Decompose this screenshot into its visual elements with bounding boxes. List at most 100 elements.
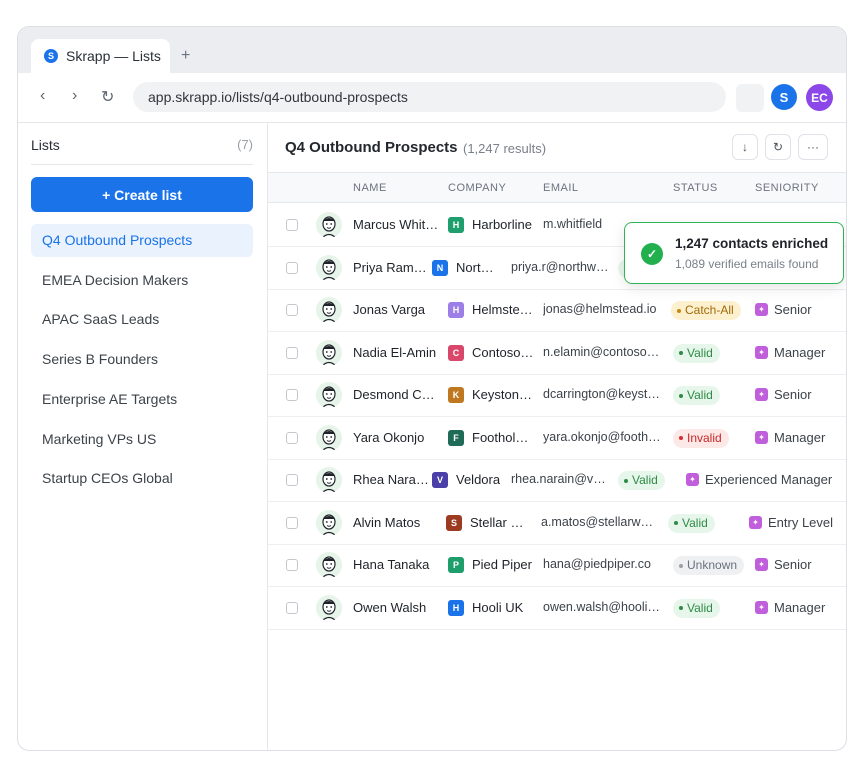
company-logo-icon: H <box>448 302 464 318</box>
contact-email[interactable]: yara.okonjo@footh… <box>543 430 661 444</box>
row-checkbox[interactable] <box>286 601 298 614</box>
sidebar-list-item[interactable]: Series B Founders <box>31 343 253 376</box>
create-list-button[interactable]: + Create list <box>31 177 253 212</box>
company-logo-icon: V <box>432 472 448 488</box>
contact-email[interactable]: priya.r@northwi… <box>511 260 609 274</box>
contact-email[interactable]: m.whitfield <box>543 217 602 231</box>
row-checkbox[interactable] <box>286 304 298 316</box>
sidebar-list-item[interactable]: APAC SaaS Leads <box>31 303 253 336</box>
contact-name[interactable]: Alvin Matos <box>353 515 441 530</box>
seniority-icon: ✦ <box>755 345 768 359</box>
new-tab-button[interactable]: + <box>181 47 190 65</box>
table-row[interactable]: Desmond C… K Keyston… dcarrington@keyst… Val… <box>268 374 846 417</box>
company-name[interactable]: Pied Piper <box>472 557 532 572</box>
contact-email[interactable]: rhea.narain@vel… <box>511 472 609 486</box>
sidebar-list-item[interactable]: Q4 Outbound Prospects <box>31 224 253 257</box>
contact-name[interactable]: Marcus Whit… <box>353 217 441 232</box>
forward-icon[interactable]: › <box>72 87 77 105</box>
download-icon[interactable]: ↓ <box>732 134 758 160</box>
contact-name[interactable]: Hana Tanaka <box>353 557 441 572</box>
tab-skrapp-lists[interactable]: S Skrapp — Lists <box>31 39 170 73</box>
contact-name[interactable]: Desmond C… <box>353 387 441 402</box>
status-label: Valid <box>687 600 713 615</box>
contact-avatar <box>316 339 342 366</box>
sidebar-list-item[interactable]: Startup CEOs Global <box>31 462 253 495</box>
row-checkbox[interactable] <box>286 431 298 444</box>
contact-email[interactable]: n.elamin@contosol… <box>543 345 661 359</box>
contact-email[interactable]: owen.walsh@hooli… <box>543 600 660 614</box>
toast-title: 1,247 contacts enriched <box>675 236 829 251</box>
user-avatar[interactable]: EC <box>806 84 833 111</box>
company-name[interactable]: Keyston… <box>472 387 532 402</box>
contact-name[interactable]: Priya Ram… <box>353 260 441 275</box>
status-label: Valid <box>682 515 708 530</box>
contact-avatar <box>316 254 342 281</box>
row-checkbox[interactable] <box>286 261 298 274</box>
sidebar-list-item[interactable]: Marketing VPs US <box>31 423 253 456</box>
status-badge: Valid <box>673 343 720 363</box>
contact-email[interactable]: hana@piedpiper.co <box>543 557 651 571</box>
company-name[interactable]: North… <box>456 260 500 275</box>
results-count: (1,247 results) <box>463 141 547 156</box>
reload-icon[interactable]: ↻ <box>101 87 114 107</box>
skrapp-extension-icon[interactable]: S <box>771 84 797 110</box>
url-input[interactable]: app.skrapp.io/lists/q4-outbound-prospect… <box>133 82 726 112</box>
contact-email[interactable]: dcarrington@keyst… <box>543 387 660 401</box>
seniority-icon: ✦ <box>686 473 699 486</box>
status-badge: Valid <box>668 513 715 533</box>
row-checkbox[interactable] <box>286 516 298 529</box>
sidebar-list-item[interactable]: Enterprise AE Targets <box>31 383 253 416</box>
seniority-label: Senior <box>774 387 812 402</box>
column-seniority[interactable]: SENIORITY <box>755 182 819 194</box>
contact-name[interactable]: Nadia El-Amin <box>353 345 441 360</box>
refresh-icon[interactable]: ↻ <box>765 134 791 160</box>
company-name[interactable]: Hooli UK <box>472 600 523 615</box>
column-name[interactable]: NAME <box>353 182 387 194</box>
contact-name[interactable]: Jonas Varga <box>353 302 441 317</box>
row-checkbox[interactable] <box>286 474 298 486</box>
column-status[interactable]: STATUS <box>673 182 718 194</box>
contact-avatar <box>316 212 342 238</box>
company-logo-icon: N <box>432 259 448 276</box>
status-dot-icon <box>624 478 628 483</box>
status-badge: Valid <box>673 598 720 618</box>
company-logo-icon: C <box>448 344 464 361</box>
row-checkbox[interactable] <box>286 219 298 231</box>
contact-name[interactable]: Yara Okonjo <box>353 430 441 445</box>
table-row[interactable]: Yara Okonjo F Foothol… yara.okonjo@footh… In… <box>268 417 846 460</box>
table-row[interactable]: Hana Tanaka P Pied Piper hana@piedpiper.co U… <box>268 544 846 587</box>
more-icon[interactable]: ··· <box>798 134 828 160</box>
column-company[interactable]: COMPANY <box>448 182 506 194</box>
company-name[interactable]: Stellar W… <box>470 515 532 530</box>
extension-slot[interactable] <box>736 84 764 112</box>
table-row[interactable]: Alvin Matos S Stellar W… a.matos@stellarwo…… <box>268 502 846 545</box>
contact-email[interactable]: jonas@helmstead.io <box>543 302 656 316</box>
status-dot-icon <box>679 563 683 568</box>
browser-window: S Skrapp — Lists + ‹ › ↻ app.skrapp.io/l… <box>17 26 847 751</box>
back-icon[interactable]: ‹ <box>40 87 45 105</box>
row-checkbox[interactable] <box>286 389 298 401</box>
company-name[interactable]: Helmste… <box>472 302 533 317</box>
company-name[interactable]: Veldora <box>456 472 500 487</box>
status-label: Catch-All <box>685 303 734 317</box>
row-checkbox[interactable] <box>286 559 298 571</box>
company-logo-icon: H <box>448 599 464 616</box>
company-name[interactable]: Contoso… <box>472 345 533 360</box>
company-name[interactable]: Foothol… <box>472 430 528 445</box>
company-name[interactable]: Harborline <box>472 217 532 232</box>
table-row[interactable]: Jonas Varga H Helmste… jonas@helmstead.io Ca… <box>268 289 846 332</box>
status-badge: Catch-All <box>671 301 741 320</box>
table-row[interactable]: Nadia El-Amin C Contoso… n.elamin@contosol…… <box>268 332 846 375</box>
table-row[interactable]: Rhea Nara… V Veldora rhea.narain@vel… Valid ✦… <box>268 459 846 502</box>
seniority-icon: ✦ <box>755 600 768 614</box>
seniority-label: Entry Level <box>768 514 834 530</box>
contact-name[interactable]: Rhea Nara… <box>353 472 441 487</box>
row-checkbox[interactable] <box>286 346 298 359</box>
contact-name[interactable]: Owen Walsh <box>353 600 441 615</box>
sidebar-list-item[interactable]: EMEA Decision Makers <box>31 264 253 297</box>
column-email[interactable]: EMAIL <box>543 182 579 194</box>
status-label: Unknown <box>687 558 738 572</box>
table-row[interactable]: Owen Walsh H Hooli UK owen.walsh@hooli… Vali… <box>268 587 846 630</box>
seniority-icon: ✦ <box>749 515 762 529</box>
contact-email[interactable]: a.matos@stellarwo… <box>541 515 659 529</box>
